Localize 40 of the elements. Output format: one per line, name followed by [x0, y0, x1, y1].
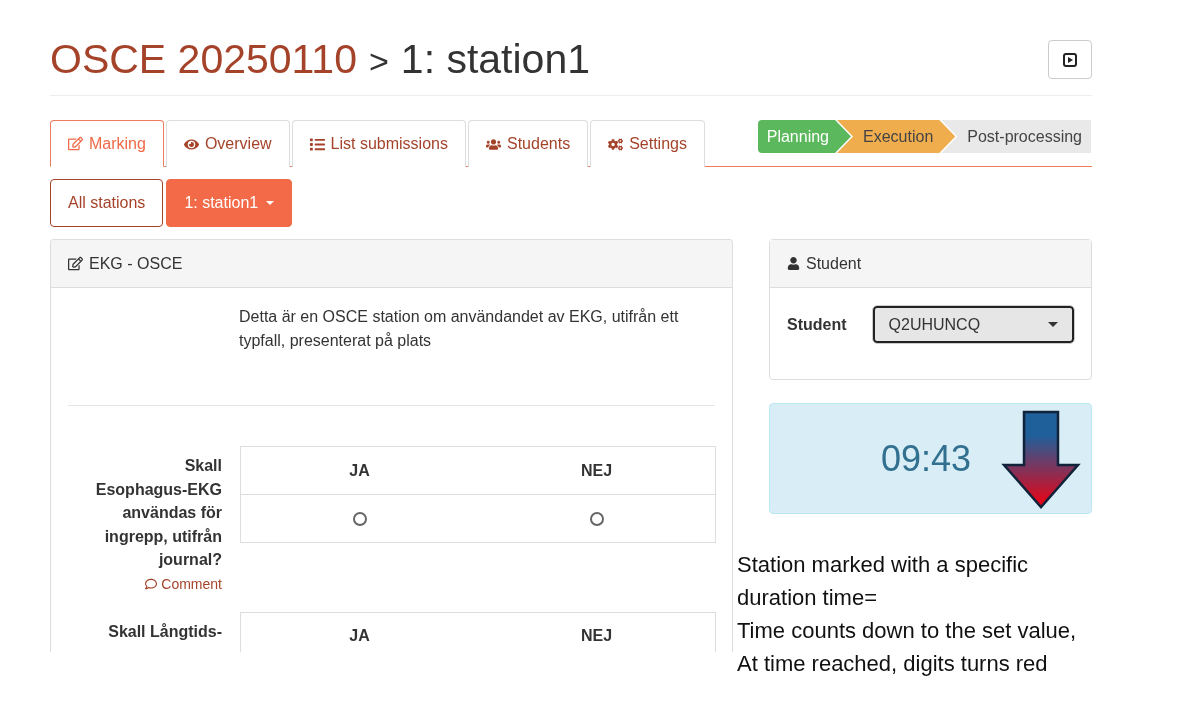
station-title: 1: station1	[400, 36, 590, 83]
user-icon	[787, 257, 800, 270]
radio-button[interactable]	[352, 511, 367, 526]
option-header: JA	[241, 612, 478, 652]
list-icon	[309, 136, 325, 152]
annotation-text: Station marked with a specific	[737, 551, 1030, 579]
breadcrumb-separator: >	[368, 42, 389, 81]
option-header: NEJ	[478, 612, 715, 652]
option-header: NEJ	[478, 447, 715, 495]
field-label: Student	[787, 315, 847, 334]
tab[interactable]: Settings	[590, 120, 705, 167]
speech-bubble-icon	[145, 577, 158, 590]
station-button[interactable]: All stations	[50, 179, 164, 227]
down-arrow-icon	[1001, 408, 1081, 509]
station-description: Detta är en OSCE station om användandet av EKG, utifrån ett typfall, presenterat på plats	[238, 307, 680, 351]
phase-step: Planning	[757, 120, 851, 153]
question-label: Skall Esophagus-EKG användas för ingrepp, utifrån journal?	[94, 456, 222, 570]
gears-icon	[608, 136, 624, 152]
tab[interactable]: Overview	[165, 120, 290, 167]
student-select[interactable]: Q2UHUNCQ	[872, 306, 1074, 343]
caret-icon	[1048, 322, 1058, 327]
annotation-text: duration time=	[737, 584, 879, 612]
edit-icon	[68, 256, 83, 271]
edit-icon	[68, 136, 83, 151]
option-header: JA	[241, 447, 478, 495]
play-icon	[1063, 52, 1077, 67]
tab[interactable]: Students	[467, 120, 589, 167]
comment-link[interactable]: Comment	[145, 575, 222, 592]
panel-title: EKG - OSCE	[89, 254, 183, 273]
timer-display: 09:43	[880, 437, 971, 480]
tab[interactable]: List submissions	[291, 120, 466, 167]
users-icon	[485, 136, 501, 152]
panel-title: Student	[806, 254, 862, 273]
radio-button[interactable]	[589, 511, 604, 526]
question-label: Skall Långtids-	[108, 621, 222, 642]
annotation-text: Time counts down to the set value,	[737, 617, 1078, 645]
phase-step: Post-processing	[941, 120, 1091, 153]
annotation-text: At time reached, digits turns red	[737, 650, 1049, 678]
course-link[interactable]: OSCE 20250110	[50, 36, 357, 83]
presentation-button[interactable]	[1048, 40, 1092, 79]
